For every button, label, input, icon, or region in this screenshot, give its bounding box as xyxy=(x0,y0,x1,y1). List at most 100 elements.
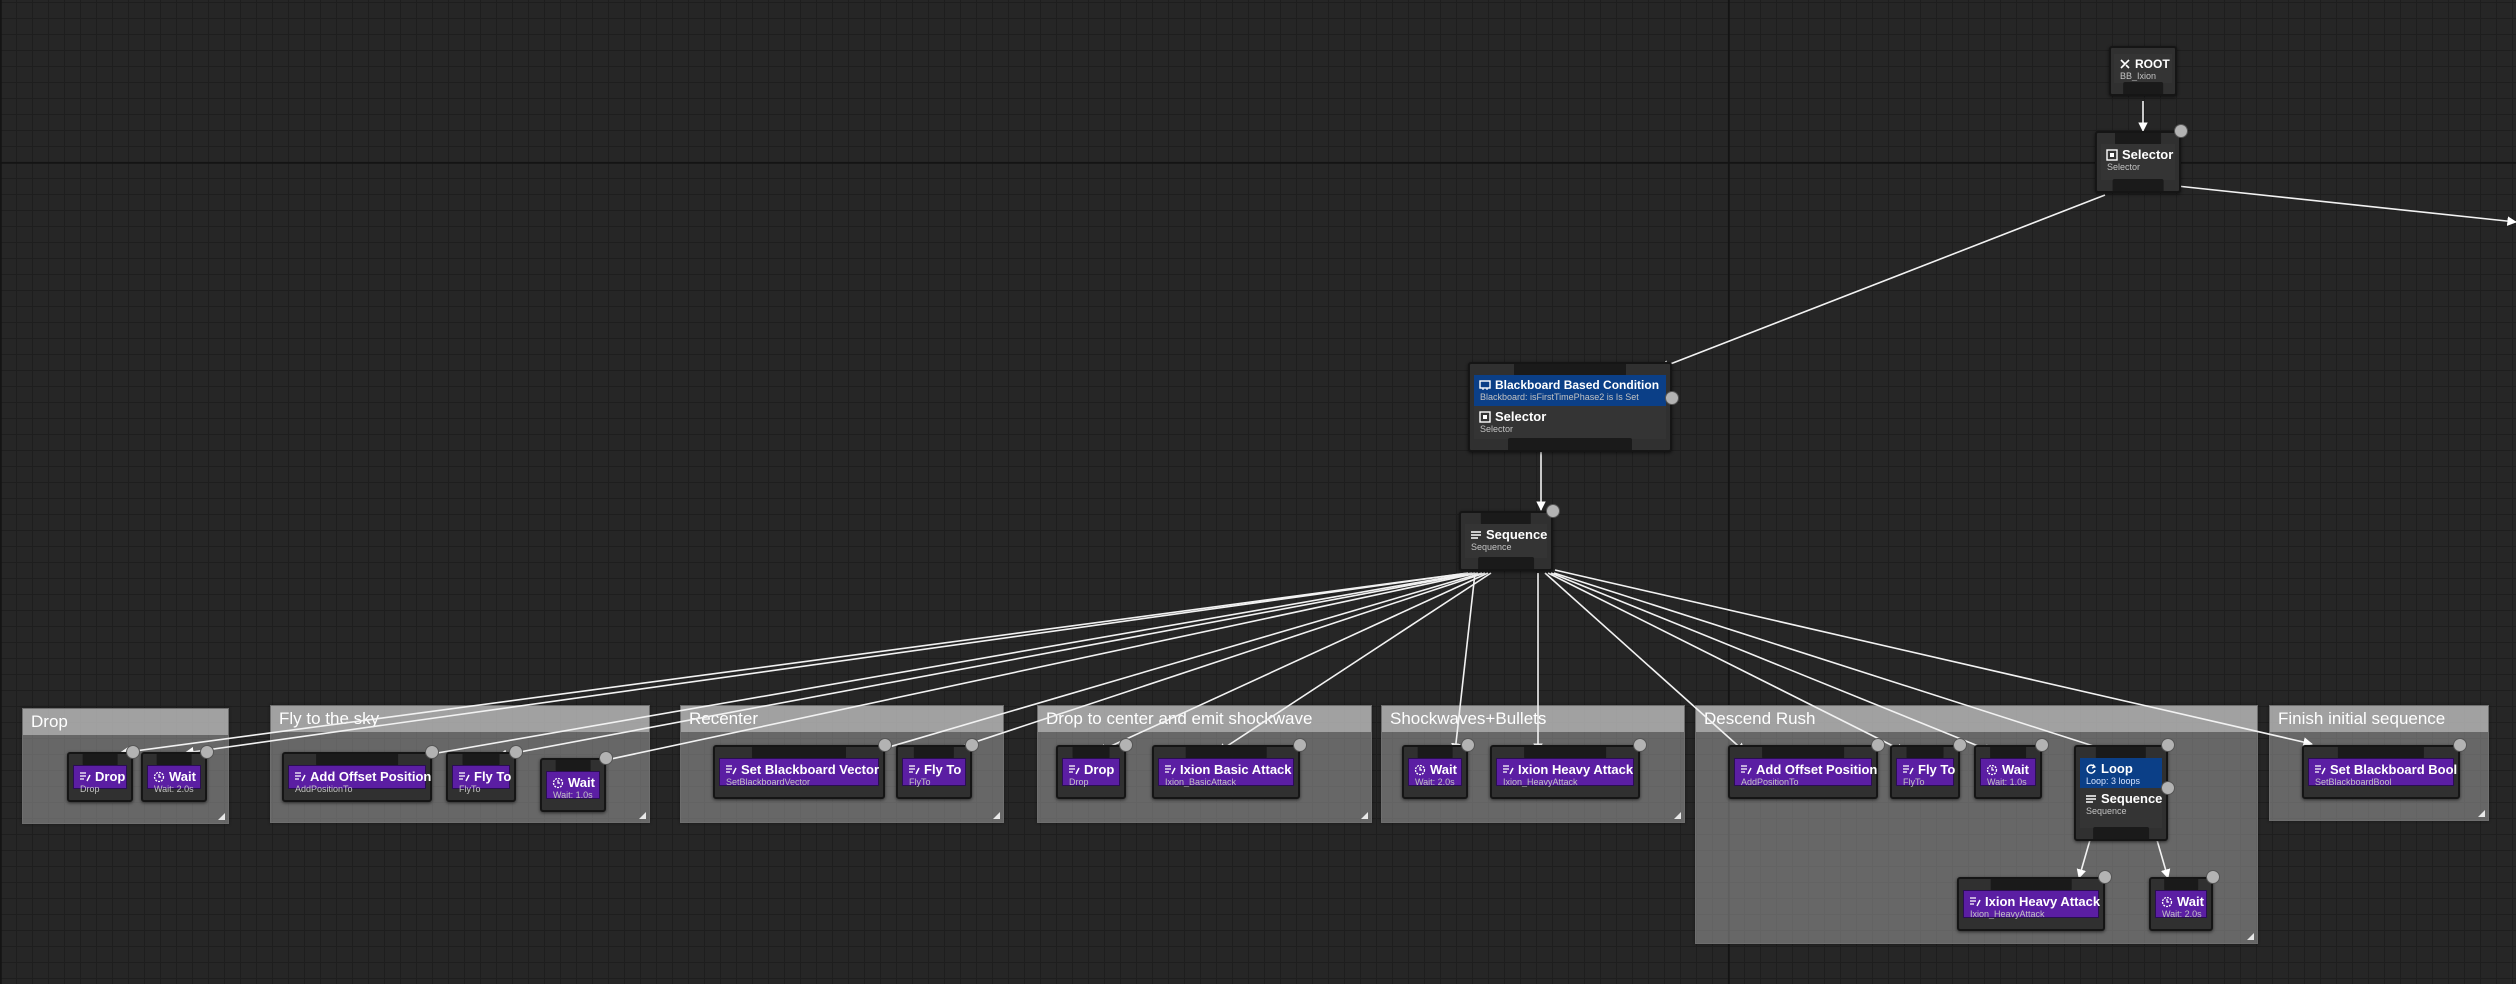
blackboard-condition-icon xyxy=(1479,379,1491,391)
resize-grip[interactable] xyxy=(1361,812,1368,819)
node-subtitle: Ixion_BasicAttack xyxy=(1165,777,1237,787)
node-subtitle: SetBlackboardBool xyxy=(2315,777,2392,787)
task-wait[interactable]: Wait Wait: 2.0s xyxy=(1402,738,1475,799)
execution-index-badge xyxy=(1633,738,1647,752)
execution-index-badge xyxy=(2453,738,2467,752)
node-title: Ixion Basic Attack xyxy=(1180,762,1292,777)
resize-grip[interactable] xyxy=(218,813,225,820)
node-title: Fly To xyxy=(474,769,512,784)
task-drop[interactable]: Drop Drop xyxy=(67,745,140,802)
selector-icon xyxy=(1479,410,1491,423)
node-title: Loop xyxy=(2101,761,2133,776)
resize-grip[interactable] xyxy=(639,812,646,819)
resize-grip[interactable] xyxy=(2478,810,2485,817)
task-icon xyxy=(725,764,737,776)
task-wait[interactable]: Wait Wait: 1.0s xyxy=(1974,738,2049,799)
loop-icon xyxy=(2085,763,2097,775)
task-icon xyxy=(458,771,470,783)
node-subtitle: AddPositionTo xyxy=(295,784,353,794)
selector-composite[interactable]: Selector Selector xyxy=(1474,406,1666,439)
task-icon xyxy=(1164,764,1176,776)
task-fly-to[interactable]: Fly To FlyTo xyxy=(896,738,979,799)
execution-index-badge xyxy=(599,751,613,765)
node-title: Fly To xyxy=(1918,762,1956,777)
node-subtitle: FlyTo xyxy=(459,784,481,794)
task-add-offset-position[interactable]: Add Offset Position AddPositionTo xyxy=(282,745,439,802)
node-subtitle: Loop: 3 loops xyxy=(2086,776,2141,786)
comment-title: Recenter xyxy=(681,706,1003,732)
task-icon xyxy=(79,771,91,783)
sequence-icon xyxy=(1470,529,1482,541)
resize-grip[interactable] xyxy=(2247,933,2254,940)
sequence-composite[interactable]: Sequence Sequence xyxy=(2080,788,2162,828)
execution-index-badge xyxy=(126,745,140,759)
loop-decorator[interactable]: Loop Loop: 3 loops xyxy=(2080,758,2162,788)
wait-clock-icon xyxy=(2161,896,2173,908)
node-subtitle: Wait: 1.0s xyxy=(1987,777,2027,787)
node-subtitle: Drop xyxy=(1069,777,1089,787)
task-icon xyxy=(2314,764,2326,776)
node-title: Add Offset Position xyxy=(310,769,432,784)
output-pin[interactable] xyxy=(2093,827,2149,839)
execution-index-badge xyxy=(1953,738,1967,752)
wait-clock-icon xyxy=(1986,764,1998,776)
loop-sequence-node[interactable]: Loop Loop: 3 loops Sequence Sequence xyxy=(2074,738,2175,841)
node-title: Set Blackboard Vector xyxy=(741,762,879,777)
task-ixion-heavy-attack[interactable]: Ixion Heavy Attack Ixion_HeavyAttack xyxy=(1957,870,2112,931)
selector-icon xyxy=(2106,148,2118,161)
task-wait[interactable]: Wait Wait: 1.0s xyxy=(540,751,613,812)
task-icon xyxy=(1902,764,1914,776)
task-fly-to[interactable]: Fly To FlyTo xyxy=(1890,738,1967,799)
resize-grip[interactable] xyxy=(993,812,1000,819)
task-fly-to[interactable]: Fly To FlyTo xyxy=(446,745,523,802)
node-title: Set Blackboard Bool xyxy=(2330,762,2458,777)
execution-index-badge xyxy=(2161,781,2175,795)
node-title: Drop xyxy=(1084,762,1115,777)
node-title: Wait xyxy=(568,775,595,790)
blackboard-condition-selector-node[interactable]: Blackboard Based Condition Blackboard: i… xyxy=(1468,362,1679,452)
task-icon xyxy=(1969,896,1981,908)
output-pin[interactable] xyxy=(1478,557,1534,569)
task-add-offset-position[interactable]: Add Offset Position AddPositionTo xyxy=(1728,738,1885,799)
node-title: ROOT xyxy=(2135,57,2170,71)
resize-grip[interactable] xyxy=(1674,812,1681,819)
sequence-node[interactable]: Sequence Sequence xyxy=(1459,504,1560,571)
task-icon xyxy=(294,771,306,783)
execution-index-badge xyxy=(2098,870,2112,884)
task-set-blackboard-vector[interactable]: Set Blackboard Vector SetBlackboardVecto… xyxy=(713,738,892,799)
task-wait[interactable]: Wait Wait: 2.0s xyxy=(2149,870,2220,931)
node-subtitle: Sequence xyxy=(1471,542,1512,552)
execution-index-badge xyxy=(2206,870,2220,884)
node-title: Selector xyxy=(1495,409,1547,424)
task-ixion-basic-attack[interactable]: Ixion Basic Attack Ixion_BasicAttack xyxy=(1152,738,1307,799)
root-node[interactable]: ROOT BB_Ixion xyxy=(2109,46,2177,96)
task-icon xyxy=(1502,764,1514,776)
task-wait[interactable]: Wait Wait: 2.0s xyxy=(141,745,214,802)
node-title: Sequence xyxy=(1486,527,1548,542)
node-subtitle: FlyTo xyxy=(1903,777,1925,787)
output-pin[interactable] xyxy=(2112,179,2164,191)
node-subtitle: FlyTo xyxy=(909,777,931,787)
node-subtitle: Wait: 1.0s xyxy=(553,790,593,800)
node-title: Blackboard Based Condition xyxy=(1495,378,1660,392)
node-subtitle: Blackboard: isFirstTimePhase2 is Is Set xyxy=(1480,392,1639,402)
blackboard-based-condition-decorator[interactable]: Blackboard Based Condition Blackboard: i… xyxy=(1474,375,1666,406)
task-set-blackboard-bool[interactable]: Set Blackboard Bool SetBlackboardBool xyxy=(2302,738,2467,799)
node-subtitle: Sequence xyxy=(2086,806,2127,816)
output-pin[interactable] xyxy=(1508,438,1632,450)
comment-title: Descend Rush xyxy=(1696,706,2257,732)
node-subtitle: Ixion_HeavyAttack xyxy=(1503,777,1578,787)
execution-index-badge xyxy=(509,745,523,759)
node-subtitle: Ixion_HeavyAttack xyxy=(1970,909,2045,919)
node-title: Ixion Heavy Attack xyxy=(1985,894,2101,909)
node-title: Wait xyxy=(169,769,196,784)
node-subtitle: Selector xyxy=(1480,424,1514,434)
comment-title: Shockwaves+Bullets xyxy=(1382,706,1684,732)
selector-node[interactable]: Selector Selector xyxy=(2095,124,2188,193)
task-ixion-heavy-attack[interactable]: Ixion Heavy Attack Ixion_HeavyAttack xyxy=(1490,738,1647,799)
output-pin[interactable] xyxy=(2123,82,2163,94)
task-drop[interactable]: Drop Drop xyxy=(1056,738,1133,799)
task-icon xyxy=(1068,764,1080,776)
node-title: Add Offset Position xyxy=(1756,762,1878,777)
wait-clock-icon xyxy=(552,777,564,789)
